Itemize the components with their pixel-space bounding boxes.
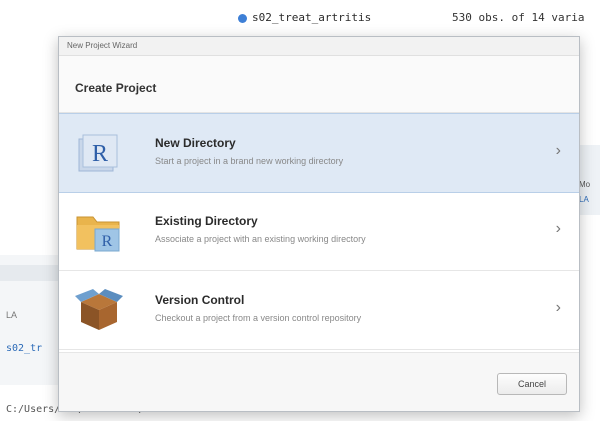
left-panel-toolbar <box>0 265 60 281</box>
environment-var-name: s02_treat_artritis <box>252 11 372 24</box>
option-desc: Associate a project with an existing wor… <box>155 234 366 244</box>
environment-var-desc: 530 obs. of 14 varia <box>452 11 585 24</box>
option-new-directory[interactable]: R New Directory Start a project in a bra… <box>59 113 579 193</box>
option-desc: Start a project in a brand new working d… <box>155 156 344 166</box>
environment-row[interactable]: s02_treat_artritis 530 obs. of 14 varia <box>232 8 600 30</box>
dialog-heading: Create Project <box>75 81 157 95</box>
dialog-footer: Cancel <box>59 352 579 411</box>
option-title: Existing Directory <box>155 214 258 228</box>
svg-text:R: R <box>92 141 108 167</box>
option-desc: Checkout a project from a version contro… <box>155 313 362 323</box>
chevron-right-icon: › <box>555 142 561 159</box>
dataset-icon <box>238 14 247 23</box>
right-panel-link: LA <box>579 195 589 204</box>
left-panel-code: s02_tr <box>6 343 43 354</box>
dialog-header: Create Project <box>59 56 579 113</box>
chevron-right-icon: › <box>555 220 561 237</box>
option-existing-directory[interactable]: R Existing Directory Associate a project… <box>59 192 579 271</box>
dialog-title: New Project Wizard <box>67 41 138 50</box>
box-icon <box>73 286 125 334</box>
new-project-wizard-dialog: New Project Wizard Create Project R New … <box>58 36 580 412</box>
folder-r-icon: R <box>73 207 125 255</box>
option-title: Version Control <box>155 293 245 307</box>
dialog-titlebar[interactable]: New Project Wizard <box>59 37 579 56</box>
svg-text:R: R <box>102 233 113 250</box>
option-title: New Directory <box>155 136 236 150</box>
right-panel-label: Mo <box>579 180 591 189</box>
chevron-right-icon: › <box>555 299 561 316</box>
option-version-control[interactable]: Version Control Checkout a project from … <box>59 271 579 350</box>
r-project-icon: R <box>73 129 125 177</box>
left-panel-label: LA <box>6 310 18 320</box>
cancel-button[interactable]: Cancel <box>497 373 567 395</box>
left-panel-fragment: LA s02_tr <box>0 255 60 385</box>
